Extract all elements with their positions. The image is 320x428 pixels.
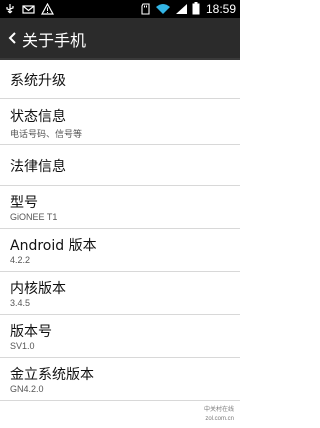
wifi-icon (155, 0, 171, 19)
item-title: 内核版本 (10, 281, 66, 297)
item-subtitle: SV1.0 (10, 341, 35, 351)
warning-icon (40, 0, 55, 19)
item-title: Android 版本 (10, 238, 97, 254)
item-subtitle: 3.4.5 (10, 298, 31, 308)
settings-item-model[interactable]: 型号 GiONEE T1 (0, 186, 240, 229)
usb-icon (4, 0, 16, 19)
status-bar-notifications (4, 0, 55, 19)
watermark-line1: 中关村在线 (204, 405, 234, 413)
item-title: 状态信息 (10, 109, 66, 125)
item-subtitle: GN4.2.0 (10, 384, 44, 394)
mail-icon (22, 0, 35, 19)
settings-list: 系统升级 状态信息 电话号码、信号等 法律信息 型号 GiONEE T1 And… (0, 60, 240, 401)
item-title: 法律信息 (10, 159, 66, 175)
settings-item-kernel-version[interactable]: 内核版本 3.4.5 (0, 272, 240, 315)
settings-item-system-update[interactable]: 系统升级 (0, 60, 240, 99)
settings-item-gionee-version[interactable]: 金立系统版本 GN4.2.0 (0, 358, 240, 401)
settings-item-android-version[interactable]: Android 版本 4.2.2 (0, 229, 240, 272)
status-bar-system: 18:59 (141, 1, 236, 17)
watermark-line2: zol.com.cn (205, 416, 234, 422)
settings-item-legal[interactable]: 法律信息 (0, 145, 240, 186)
settings-item-build-number[interactable]: 版本号 SV1.0 (0, 315, 240, 358)
item-title: 金立系统版本 (10, 367, 94, 383)
settings-item-status[interactable]: 状态信息 电话号码、信号等 (0, 99, 240, 145)
item-subtitle: 4.2.2 (10, 255, 31, 265)
item-subtitle: 电话号码、信号等 (10, 129, 83, 139)
back-chevron-icon[interactable] (6, 29, 20, 47)
sd-card-icon (141, 0, 151, 19)
page-title[interactable]: 关于手机 (22, 27, 86, 51)
item-title: 系统升级 (10, 73, 66, 89)
signal-icon (175, 0, 188, 19)
item-title: 型号 (10, 195, 38, 211)
zol-watermark-logo: 中关村在线 zol.com.cn (176, 402, 236, 424)
status-bar: 18:59 (0, 0, 240, 18)
item-title: 版本号 (10, 324, 52, 340)
item-subtitle: GiONEE T1 (10, 212, 58, 222)
action-bar: 关于手机 (0, 18, 240, 60)
battery-icon (192, 0, 200, 19)
status-time: 18:59 (205, 2, 236, 16)
